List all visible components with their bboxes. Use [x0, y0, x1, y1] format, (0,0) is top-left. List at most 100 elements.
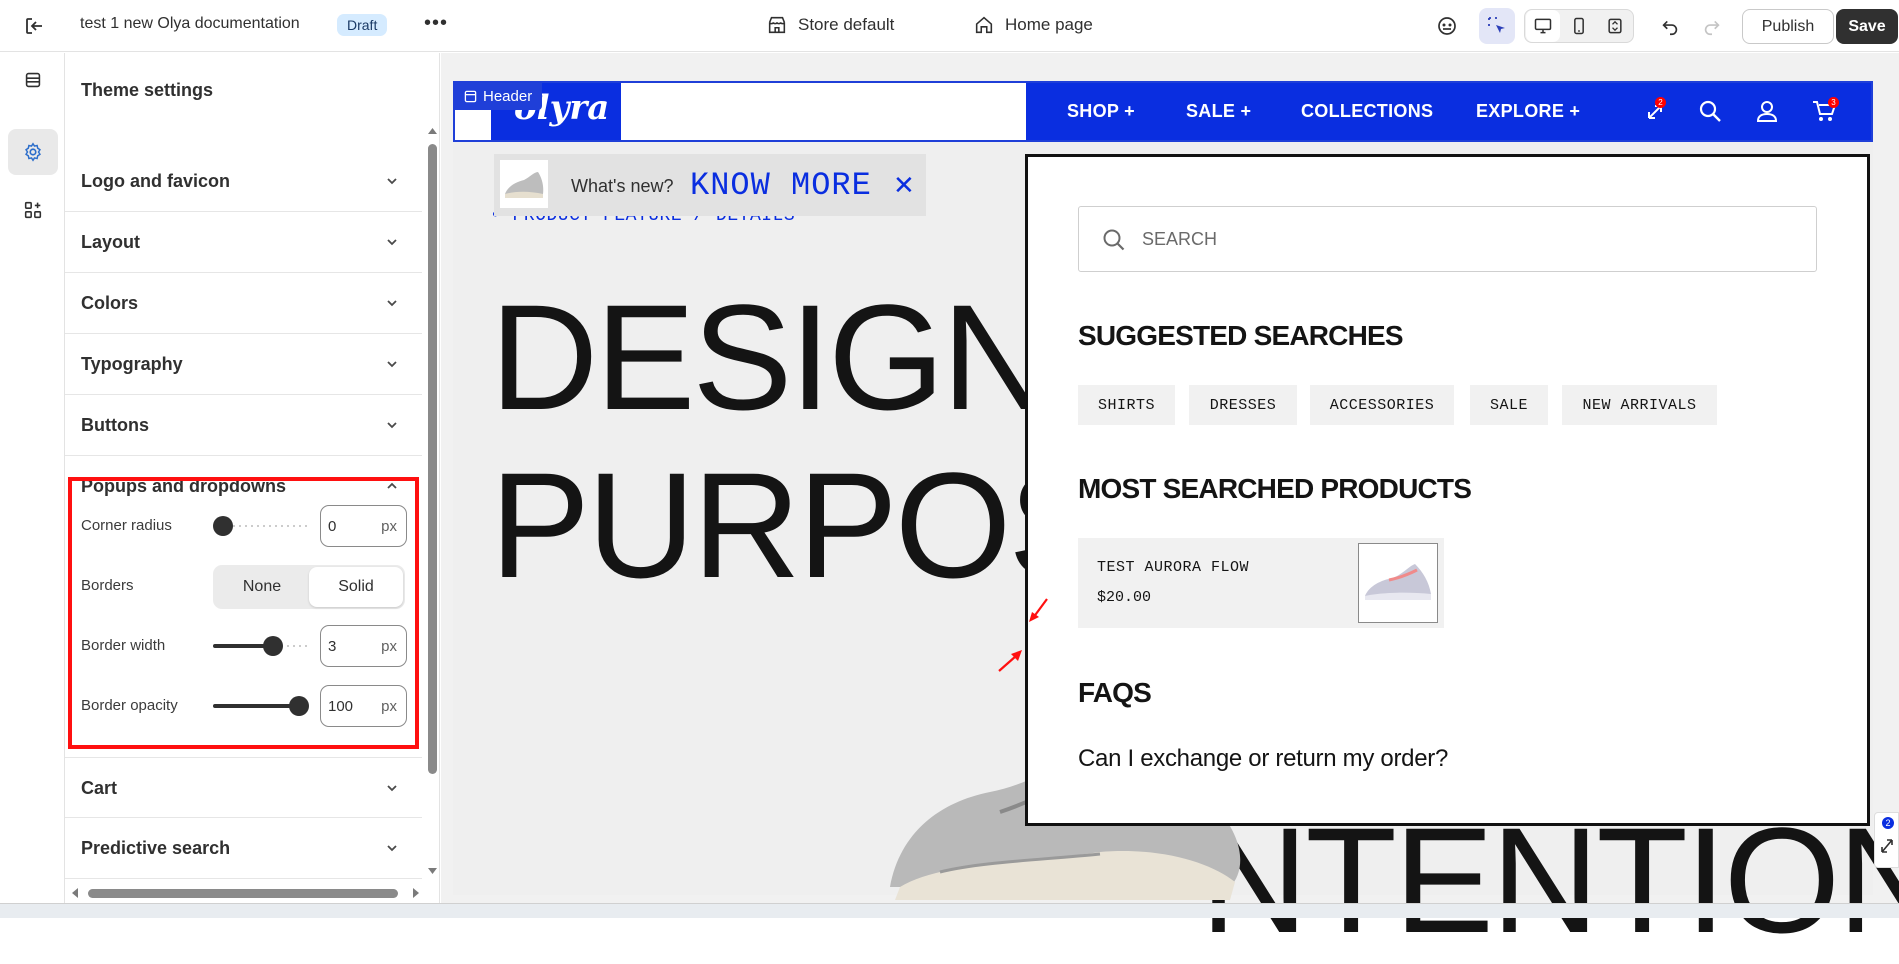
nav-explore[interactable]: EXPLORE +: [1476, 101, 1580, 122]
border-opacity-value: 100: [328, 698, 354, 715]
os-taskbar: [0, 903, 1899, 918]
borders-solid-option[interactable]: Solid: [309, 567, 403, 607]
borders-label: Borders: [81, 577, 134, 594]
border-width-unit: px: [381, 638, 397, 655]
corner-radius-unit: px: [381, 518, 397, 535]
section-layout[interactable]: Layout: [65, 212, 422, 273]
accessibility-icon[interactable]: [1429, 8, 1465, 44]
more-actions-button[interactable]: •••: [424, 12, 448, 35]
section-buttons[interactable]: Buttons: [65, 395, 422, 456]
product-name[interactable]: TEST AURORA FLOW: [1097, 559, 1249, 576]
compare-badge: 2: [1655, 97, 1666, 108]
save-button[interactable]: Save: [1836, 9, 1898, 44]
faq-question[interactable]: Can I exchange or return my order?: [1078, 745, 1448, 773]
nav-sale[interactable]: SALE +: [1186, 101, 1251, 122]
store-icon: [768, 16, 786, 34]
search-placeholder: SEARCH: [1142, 229, 1218, 249]
main-navigation: [1026, 83, 1871, 140]
compare-icon: [1881, 839, 1893, 853]
header-tag-label: Header: [483, 87, 533, 105]
header-section-tag[interactable]: Header: [454, 82, 543, 110]
hero-heading-line-2: PURPOS: [490, 441, 1108, 609]
corner-radius-value: 0: [328, 518, 337, 535]
border-opacity-label: Border opacity: [81, 697, 178, 714]
section-label: Logo and favicon: [81, 171, 231, 191]
home-icon: [975, 16, 993, 34]
viewport-switcher: [1524, 9, 1634, 43]
panel-vertical-scrollbar[interactable]: [425, 122, 440, 882]
search-icon: [1103, 229, 1125, 251]
suggestion-chip[interactable]: SALE: [1470, 385, 1548, 425]
panel-horizontal-scrollbar[interactable]: [68, 885, 423, 901]
store-label: Store default: [798, 15, 895, 34]
section-predictive-search[interactable]: Predictive search: [65, 818, 422, 879]
border-opacity-input[interactable]: 100 px: [320, 685, 407, 727]
redo-icon[interactable]: [1694, 8, 1730, 44]
corner-radius-label: Corner radius: [81, 517, 172, 534]
section-icon: [464, 90, 477, 102]
product-price: $20.00: [1097, 589, 1152, 606]
faqs-heading: FAQS: [1078, 677, 1152, 708]
search-icon[interactable]: [1697, 98, 1723, 124]
corner-radius-input[interactable]: 0 px: [320, 505, 407, 547]
chevron-down-icon: [387, 239, 397, 246]
editor-topbar: test 1 new Olya documentation Draft ••• …: [0, 0, 1899, 52]
nav-collections[interactable]: COLLECTIONS: [1301, 101, 1433, 122]
mobile-view-icon[interactable]: [1562, 10, 1596, 42]
corner-radius-slider[interactable]: [213, 516, 233, 536]
chevron-down-icon: [387, 422, 397, 429]
section-typography[interactable]: Typography: [65, 334, 422, 395]
section-label: Predictive search: [81, 838, 231, 858]
inspector-toggle-icon[interactable]: [1479, 8, 1515, 44]
chevron-down-icon: [387, 361, 397, 368]
section-logo-and-favicon[interactable]: Logo and favicon: [65, 151, 422, 212]
border-width-slider[interactable]: [263, 636, 283, 656]
exit-icon[interactable]: [22, 14, 46, 38]
undo-icon[interactable]: [1652, 8, 1688, 44]
suggestion-chip[interactable]: DRESSES: [1189, 385, 1297, 425]
publish-button[interactable]: Publish: [1742, 9, 1834, 44]
store-selector[interactable]: Store default: [766, 14, 894, 36]
suggestion-chip[interactable]: ACCESSORIES: [1310, 385, 1454, 425]
nav-shop[interactable]: SHOP +: [1067, 101, 1135, 122]
cart-badge: 3: [1828, 97, 1839, 108]
suggestion-chip[interactable]: SHIRTS: [1078, 385, 1175, 425]
section-label: Colors: [81, 293, 139, 313]
side-compare-widget[interactable]: 2: [1874, 812, 1899, 868]
desktop-view-icon[interactable]: [1526, 10, 1560, 42]
theme-settings-gear-icon[interactable]: [8, 129, 58, 175]
sections-icon[interactable]: [8, 57, 58, 103]
hero-heading-line-3: NTENTION: [1200, 796, 1899, 964]
section-cart[interactable]: Cart: [65, 757, 422, 818]
page-label: Home page: [1005, 15, 1093, 34]
section-label: Cart: [81, 778, 118, 798]
know-more-link[interactable]: KNOW MORE: [690, 167, 872, 204]
product-image[interactable]: [1358, 543, 1438, 623]
section-label: Buttons: [81, 415, 149, 435]
close-icon[interactable]: ✕: [893, 170, 915, 201]
red-arrow-annotation: [1029, 598, 1048, 622]
search-input[interactable]: SEARCH: [1078, 206, 1817, 272]
account-icon[interactable]: [1754, 98, 1780, 124]
announcement-thumbnail: [500, 160, 548, 208]
most-searched-heading: MOST SEARCHED PRODUCTS: [1078, 473, 1472, 504]
page-selector[interactable]: Home page: [973, 14, 1093, 36]
borders-segmented-control: None Solid: [213, 565, 405, 609]
chevron-down-icon: [387, 785, 397, 792]
red-arrow-annotation: [998, 650, 1022, 672]
side-widget-badge: 2: [1882, 817, 1894, 829]
border-opacity-fill: [213, 704, 299, 708]
borders-none-option[interactable]: None: [215, 567, 309, 607]
section-label: Layout: [81, 232, 141, 252]
app-embeds-icon[interactable]: [8, 187, 58, 233]
section-colors[interactable]: Colors: [65, 273, 422, 334]
fullscreen-view-icon[interactable]: [1598, 10, 1632, 42]
border-width-input[interactable]: 3 px: [320, 625, 407, 667]
border-width-value: 3: [328, 638, 337, 655]
chevron-down-icon: [387, 178, 397, 185]
status-badge: Draft: [337, 14, 388, 36]
theme-settings-panel: Theme settings Logo and favicon Layout C…: [65, 53, 440, 903]
border-opacity-slider[interactable]: [289, 696, 309, 716]
suggestion-chip[interactable]: NEW ARRIVALS: [1562, 385, 1717, 425]
document-title[interactable]: test 1 new Olya documentation: [80, 15, 300, 33]
